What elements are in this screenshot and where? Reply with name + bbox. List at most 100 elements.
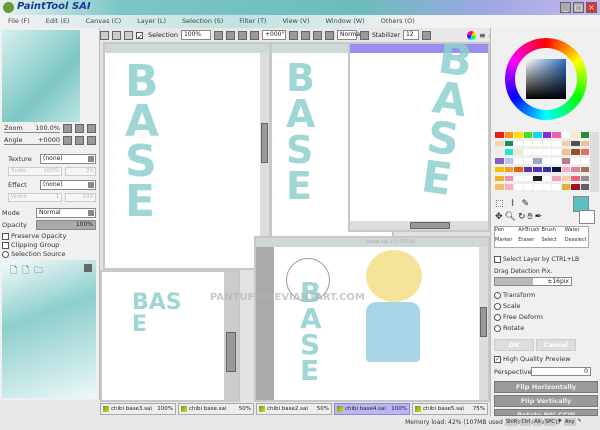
color-swatch[interactable] (542, 132, 551, 138)
color-swatch[interactable] (495, 175, 504, 182)
color-swatch[interactable] (514, 175, 523, 182)
color-swatch[interactable] (542, 158, 551, 164)
cancel-button[interactable]: Cancel (536, 339, 576, 351)
menu-canvas[interactable]: Canvas (C) (78, 15, 130, 28)
color-swatch[interactable] (552, 184, 561, 190)
brush-brush[interactable]: Brush (542, 227, 565, 237)
select-layer-ctrl-checkbox[interactable]: Select Layer by CTRL+LB (494, 256, 579, 263)
color-swatch[interactable] (571, 132, 580, 138)
angle-field[interactable]: +000° (261, 30, 286, 40)
color-swatch[interactable] (504, 175, 513, 182)
color-swatch[interactable] (514, 132, 523, 138)
color-swatch[interactable] (523, 166, 532, 173)
rotate-radio[interactable]: Rotate (494, 324, 524, 332)
color-swatch[interactable] (514, 140, 523, 147)
brush-select[interactable]: Select (542, 237, 565, 247)
mode-select[interactable]: Normal (36, 208, 96, 218)
brush-marker[interactable]: Marker (495, 237, 518, 247)
menu-window[interactable]: Window (W) (318, 15, 373, 28)
maximize-button[interactable]: □ (573, 2, 584, 13)
selection-checkbox[interactable]: ✓ (136, 31, 143, 41)
vertical-scrollbar[interactable] (479, 247, 488, 400)
color-swatch[interactable] (571, 166, 580, 173)
color-swatch[interactable] (533, 132, 542, 138)
color-swatch[interactable] (552, 166, 561, 173)
color-swatch[interactable] (571, 149, 580, 155)
menu-view[interactable]: View (V) (274, 15, 317, 28)
color-swatch[interactable] (533, 158, 542, 164)
color-swatch[interactable] (533, 149, 542, 155)
zoom-field[interactable]: 100% (180, 30, 211, 40)
color-swatch[interactable] (495, 158, 504, 164)
brush-deselect[interactable]: Deselect (565, 237, 588, 247)
color-swatch[interactable] (561, 184, 570, 190)
preserve-opacity-checkbox[interactable]: Preserve Opacity (2, 232, 66, 240)
menu-selection[interactable]: Selection (S) (174, 15, 231, 28)
color-swatch[interactable] (561, 158, 570, 164)
color-swatch[interactable] (561, 140, 570, 147)
color-swatch[interactable] (571, 140, 580, 147)
color-swatch[interactable] (542, 166, 551, 173)
close-button[interactable]: × (586, 2, 597, 13)
transform-radio[interactable]: Transform (494, 291, 535, 299)
color-swatch[interactable] (523, 184, 532, 190)
color-swatch[interactable] (514, 149, 523, 155)
tab-chibi-base4[interactable]: chibi base4.sai 100% (334, 403, 410, 415)
canvas-window-base3[interactable]: BASE (103, 42, 271, 270)
color-swatch[interactable] (561, 149, 570, 155)
color-swatches[interactable] (495, 132, 589, 192)
invert-button[interactable] (124, 30, 133, 40)
menu-edit[interactable]: Edit (E) (38, 15, 78, 28)
swatch-scrollbar[interactable] (590, 132, 599, 192)
color-swatch[interactable] (523, 149, 532, 155)
color-swatch[interactable] (580, 158, 589, 164)
color-swatch[interactable] (542, 140, 551, 147)
zoom-out-button[interactable] (225, 30, 235, 40)
clipping-group-checkbox[interactable]: Clipping Group (2, 241, 59, 249)
color-swatch[interactable] (495, 184, 504, 190)
secondary-color-swatch[interactable] (579, 210, 595, 224)
navigator-preview[interactable] (2, 30, 80, 122)
rgb-slider-icon[interactable]: ≡ (479, 31, 486, 40)
zoom-slider[interactable]: Zoom 100.0% (4, 124, 60, 133)
color-swatch[interactable] (533, 140, 542, 147)
color-swatch[interactable] (542, 149, 551, 155)
canvas-window-base4[interactable]: BASE (348, 42, 490, 232)
color-swatch[interactable] (542, 184, 551, 190)
zoom-in-button[interactable] (237, 30, 247, 40)
color-swatch[interactable] (533, 166, 542, 173)
color-swatch[interactable] (580, 132, 589, 138)
flip-horizontally-button[interactable]: Flip Horizontally (494, 381, 598, 393)
selection-source-radio[interactable]: Selection Source (2, 250, 65, 258)
color-swatch[interactable] (504, 158, 513, 164)
nav-zoom-out-button[interactable] (63, 124, 72, 133)
color-swatch[interactable] (580, 184, 589, 190)
nav-zoom-reset-button[interactable] (87, 124, 96, 133)
canvas-window-base3-copy[interactable]: BASE (100, 270, 240, 402)
color-swatch[interactable] (504, 184, 513, 190)
color-swatch[interactable] (523, 132, 532, 138)
color-swatch[interactable] (542, 175, 551, 182)
menu-others[interactable]: Others (O) (373, 15, 423, 28)
brush-grid[interactable]: Pen AirBrush Brush Water Marker Eraser S… (494, 226, 589, 248)
color-swatch[interactable] (514, 184, 523, 190)
color-wheel-icon[interactable] (466, 30, 476, 40)
color-swatch[interactable] (495, 166, 504, 173)
minimize-button[interactable]: _ (560, 2, 571, 13)
layer-mask-icon[interactable] (84, 264, 92, 272)
color-swatch[interactable] (571, 184, 580, 190)
color-swatch[interactable] (504, 149, 513, 155)
layer-list[interactable] (2, 260, 96, 398)
scale-radio[interactable]: Scale (494, 302, 521, 310)
angle-dropdown[interactable] (288, 30, 298, 40)
canvas-window-base[interactable]: base.sai (*) (50%) BASE (254, 236, 490, 402)
ok-button[interactable]: OK (494, 339, 534, 351)
opacity-slider[interactable]: 100% (36, 220, 96, 230)
menu-layer[interactable]: Layer (L) (129, 15, 174, 28)
redo-button[interactable] (100, 30, 109, 40)
new-linework-layer-icon[interactable]: 🗋 (22, 263, 29, 279)
color-swatch[interactable] (552, 132, 561, 138)
horizontal-scrollbar[interactable] (350, 221, 488, 230)
zoom-reset-button[interactable] (249, 30, 259, 40)
color-swatch[interactable] (504, 140, 513, 147)
